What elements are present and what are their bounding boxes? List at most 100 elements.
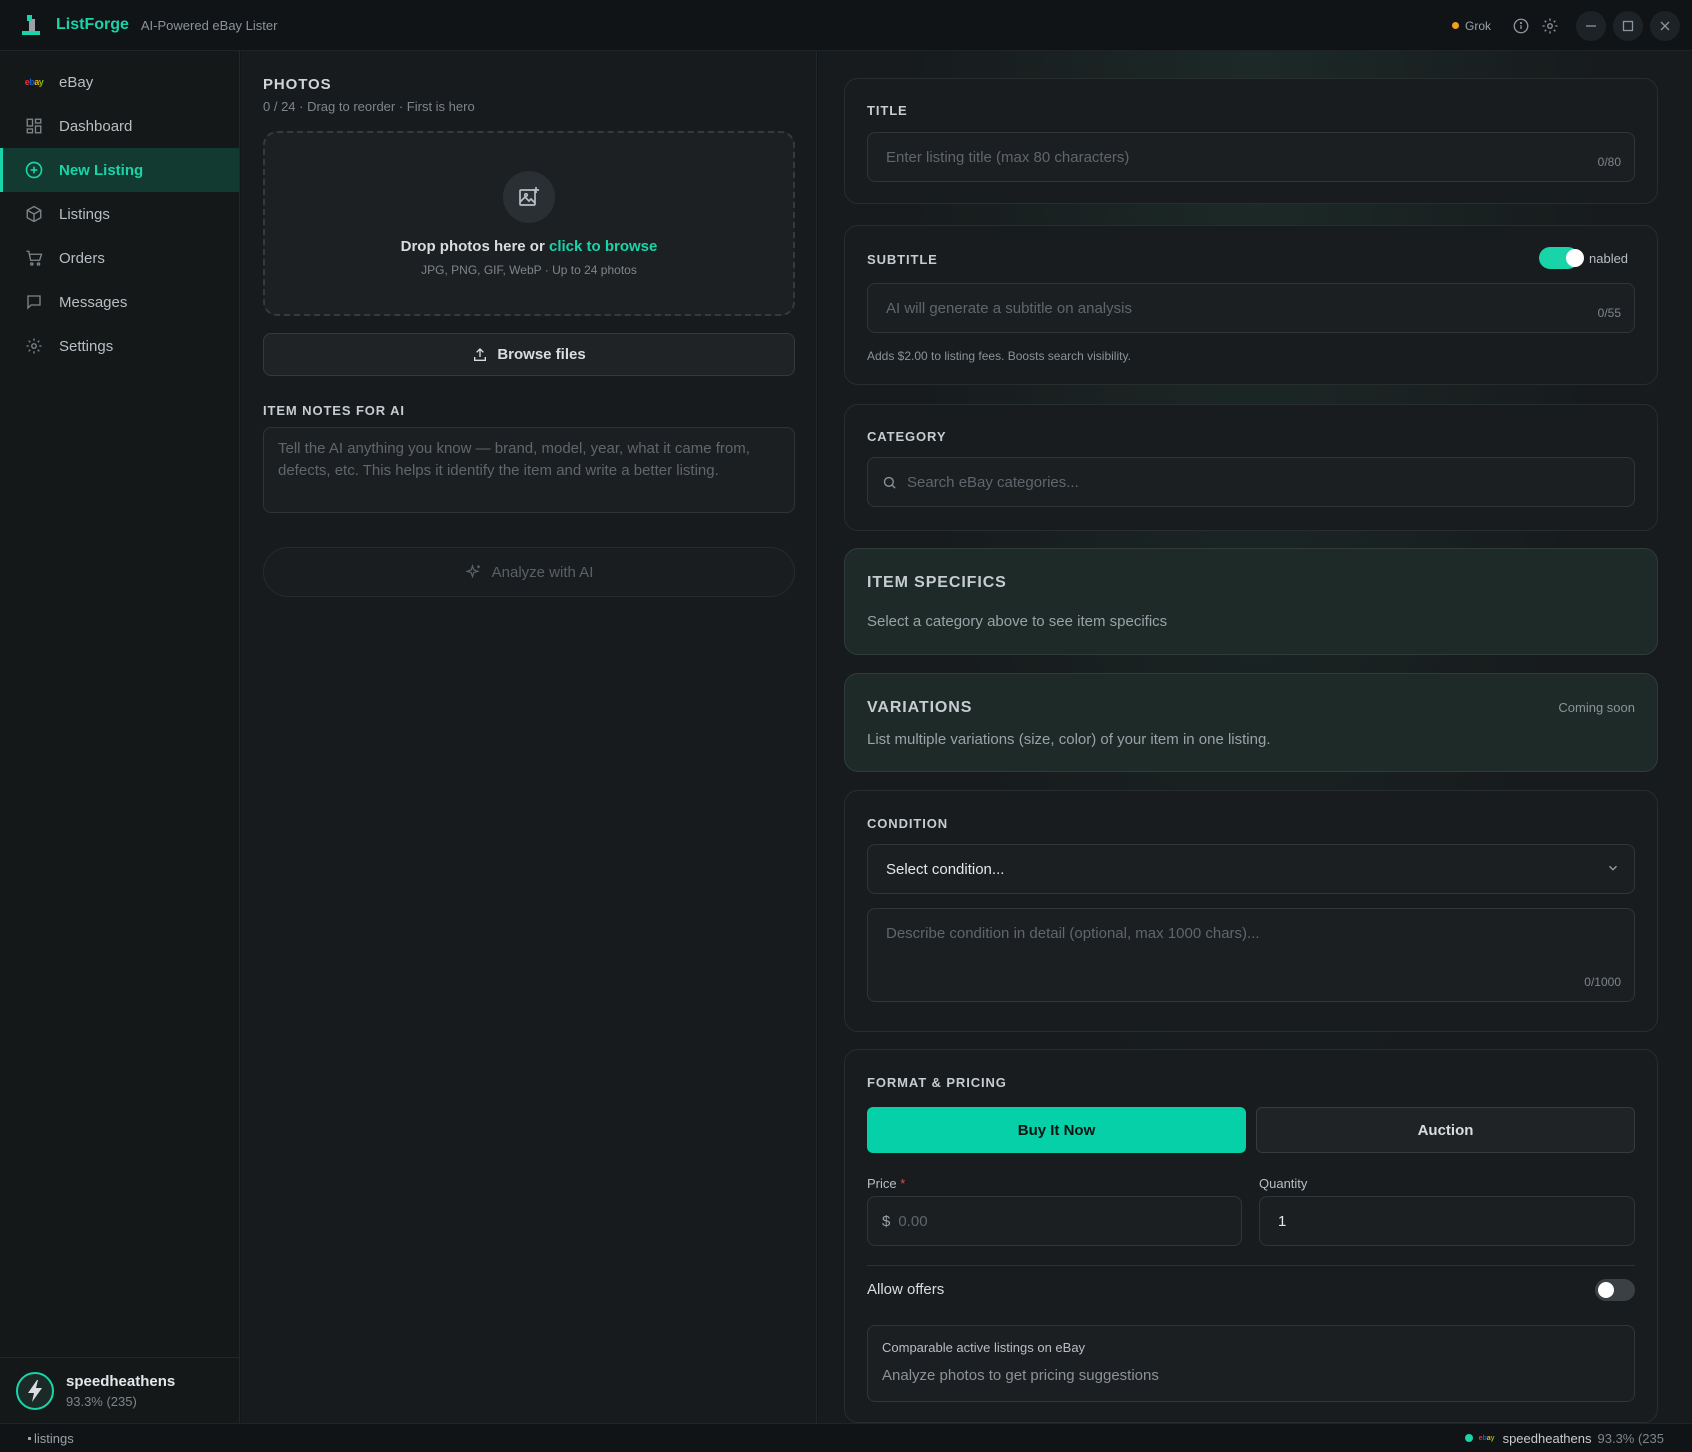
user-profile[interactable]: speedheathens 93.3% (235) xyxy=(0,1357,239,1423)
status-account: ebay speedheathens 93.3% (235 xyxy=(1464,1430,1665,1446)
title-card: TITLE Enter listing title (max 80 charac… xyxy=(844,78,1658,204)
search-icon xyxy=(882,475,897,490)
condition-detail-textarea[interactable]: Describe condition in detail (optional, … xyxy=(867,908,1635,1002)
sidebar: ebay eBay Dashboard New Listing Listings… xyxy=(0,51,240,1423)
user-feedback-score: 93.3% (235) xyxy=(66,1393,137,1409)
sidebar-item-listings[interactable]: Listings xyxy=(0,192,239,236)
status-listings[interactable]: listings xyxy=(28,1431,74,1446)
provider-indicator[interactable]: Grok xyxy=(1451,18,1491,33)
condition-label: CONDITION xyxy=(867,816,949,831)
plus-circle-icon xyxy=(24,160,44,180)
ebay-logo-icon: ebay xyxy=(1478,1434,1495,1442)
click-to-browse-link[interactable]: click to browse xyxy=(549,238,657,255)
subtitle-toggle[interactable] xyxy=(1539,247,1584,269)
app-name: ListForge xyxy=(56,16,129,33)
sidebar-item-label: New Listing xyxy=(59,161,144,179)
photo-dropzone[interactable]: Drop photos here or click to browse JPG,… xyxy=(263,131,795,316)
status-bar: listings ebay speedheathens 93.3% (235 xyxy=(0,1423,1692,1452)
required-mark: * xyxy=(900,1176,906,1191)
auction-button[interactable]: Auction xyxy=(1256,1107,1635,1153)
package-box-icon xyxy=(24,204,44,224)
sidebar-item-label: eBay xyxy=(59,73,94,91)
sidebar-item-label: Messages xyxy=(59,293,128,311)
info-icon[interactable] xyxy=(1511,16,1531,36)
app-tagline: AI-Powered eBay Lister xyxy=(140,17,278,33)
subtitle-input[interactable]: AI will generate a subtitle on analysis … xyxy=(867,283,1635,333)
title-placeholder: Enter listing title (max 80 characters) xyxy=(886,148,1130,166)
category-label: CATEGORY xyxy=(867,429,947,444)
quantity-value: 1 xyxy=(1278,1212,1287,1230)
minimize-button[interactable] xyxy=(1576,10,1606,41)
sidebar-item-settings[interactable]: Settings xyxy=(0,324,239,368)
title-label: TITLE xyxy=(867,103,908,118)
price-input[interactable]: $ 0.00 xyxy=(867,1196,1242,1246)
status-user-name: speedheathens xyxy=(1502,1430,1592,1446)
status-user-score: 93.3% (235 xyxy=(1597,1430,1665,1446)
avatar xyxy=(16,1371,54,1410)
category-search-input[interactable]: Search eBay categories... xyxy=(867,457,1635,507)
subtitle-card: SUBTITLE nabled AI will generate a subti… xyxy=(844,225,1658,385)
provider-name: Grok xyxy=(1464,18,1491,33)
status-dot-icon xyxy=(28,1436,31,1440)
divider xyxy=(867,1265,1635,1266)
allow-offers-label: Allow offers xyxy=(867,1281,945,1298)
price-label: Price * xyxy=(867,1176,905,1191)
subtitle-placeholder: AI will generate a subtitle on analysis xyxy=(886,299,1132,317)
close-button[interactable] xyxy=(1650,10,1680,41)
comparables-text: Analyze photos to get pricing suggestion… xyxy=(882,1367,1159,1384)
item-notes-label: ITEM NOTES FOR AI xyxy=(263,403,405,418)
dropzone-hint: JPG, PNG, GIF, WebP · Up to 24 photos xyxy=(421,262,637,277)
photos-heading: PHOTOS xyxy=(263,76,332,93)
dashboard-grid-icon xyxy=(24,116,44,136)
category-placeholder: Search eBay categories... xyxy=(907,473,1079,491)
condition-select-value: Select condition... xyxy=(886,860,1005,878)
format-pricing-label: FORMAT & PRICING xyxy=(867,1075,1007,1090)
variations-heading: VARIATIONS xyxy=(867,699,973,716)
format-pricing-card: FORMAT & PRICING Buy It Now Auction Pric… xyxy=(844,1049,1658,1423)
variations-text: List multiple variations (size, color) o… xyxy=(867,731,1271,748)
sidebar-item-ebay[interactable]: ebay eBay xyxy=(0,60,239,104)
browse-files-label: Browse files xyxy=(497,346,586,363)
photos-subtitle: 0 / 24 · Drag to reorder · First is hero xyxy=(263,99,475,114)
condition-select[interactable]: Select condition... xyxy=(867,844,1635,894)
quantity-label: Quantity xyxy=(1259,1176,1308,1191)
sidebar-item-dashboard[interactable]: Dashboard xyxy=(0,104,239,148)
sidebar-item-label: Orders xyxy=(59,249,105,267)
comparables-box: Comparable active listings on eBay Analy… xyxy=(867,1325,1635,1402)
currency-symbol: $ xyxy=(882,1212,891,1230)
allow-offers-toggle[interactable] xyxy=(1595,1279,1635,1301)
sidebar-item-label: Settings xyxy=(59,337,114,355)
provider-status-dot-icon xyxy=(1451,22,1459,29)
sidebar-item-orders[interactable]: Orders xyxy=(0,236,239,280)
user-name: speedheathens xyxy=(66,1372,176,1390)
listing-form-panel: TITLE Enter listing title (max 80 charac… xyxy=(818,51,1692,1423)
category-card: CATEGORY Search eBay categories... xyxy=(844,404,1658,531)
buy-it-now-button[interactable]: Buy It Now xyxy=(867,1107,1246,1153)
status-listings-text: listings xyxy=(34,1430,74,1446)
sidebar-item-label: Dashboard xyxy=(59,117,133,135)
subtitle-toggle-label: nabled xyxy=(1589,251,1629,266)
sidebar-item-messages[interactable]: Messages xyxy=(0,280,239,324)
item-specifics-card: ITEM SPECIFICS Select a category above t… xyxy=(844,548,1658,655)
title-input[interactable]: Enter listing title (max 80 characters) … xyxy=(867,132,1635,182)
title-bar: ListForge AI-Powered eBay Lister Grok xyxy=(0,0,1692,51)
price-label-text: Price xyxy=(867,1176,897,1191)
title-char-counter: 0/80 xyxy=(1597,155,1621,169)
upload-icon xyxy=(472,347,488,363)
subtitle-fee-note: Adds $2.00 to listing fees. Boosts searc… xyxy=(867,349,1131,363)
item-specifics-heading: ITEM SPECIFICS xyxy=(867,574,1007,591)
gear-icon[interactable] xyxy=(1540,16,1560,36)
gear-icon xyxy=(24,336,44,356)
condition-detail-placeholder: Describe condition in detail (optional, … xyxy=(886,925,1260,942)
analyze-with-ai-button[interactable]: Analyze with AI xyxy=(263,547,795,597)
variations-card: VARIATIONS Coming soon List multiple var… xyxy=(844,673,1658,772)
item-notes-textarea[interactable]: Tell the AI anything you know — brand, m… xyxy=(263,427,795,513)
browse-files-button[interactable]: Browse files xyxy=(263,333,795,376)
maximize-button[interactable] xyxy=(1613,10,1643,41)
chevron-down-icon xyxy=(1606,861,1620,875)
quantity-input[interactable]: 1 xyxy=(1259,1196,1635,1246)
listforge-logo-icon xyxy=(20,13,44,37)
price-placeholder: 0.00 xyxy=(898,1212,928,1230)
cart-icon xyxy=(24,248,44,268)
sidebar-item-new-listing[interactable]: New Listing xyxy=(0,148,239,192)
